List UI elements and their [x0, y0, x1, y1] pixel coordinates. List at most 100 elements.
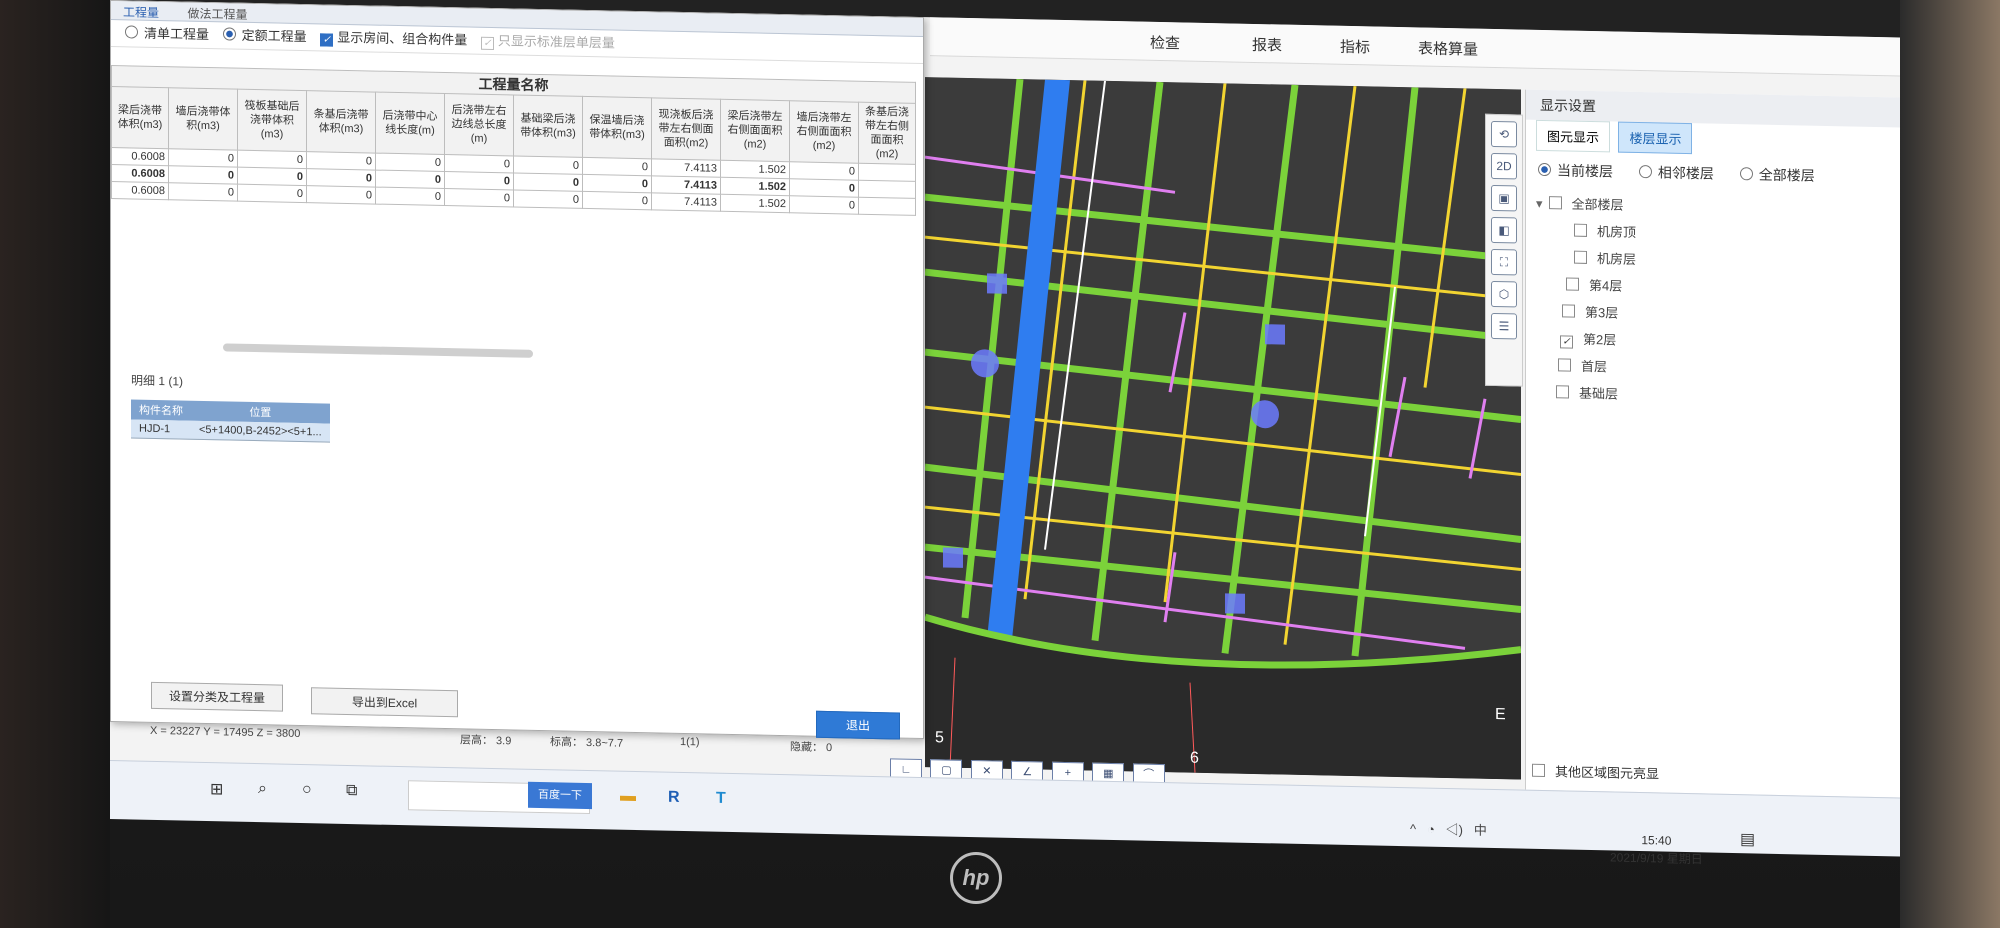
display-tabs: 图元显示 楼层显示	[1526, 119, 1900, 158]
table-cell: 0	[306, 185, 376, 205]
column-header: 现浇板后浇带左右侧面面积(m2)	[651, 97, 721, 161]
detail-table: 构件名称 位置 HJD-1 <5+1400,B-2452><5+1...	[131, 399, 330, 443]
column-header: 梁后浇带左右侧面面积(m2)	[720, 99, 790, 162]
status-elevation: 标高： 3.8~7.7	[550, 736, 624, 750]
column-header: 墙后浇带体积(m3)	[168, 87, 238, 151]
table-cell: 0	[306, 151, 376, 171]
table-cell: 0	[582, 174, 652, 193]
cube-view-icon[interactable]: ◧	[1491, 216, 1517, 244]
table-cell: 1.502	[720, 177, 790, 196]
table-cell: 0	[168, 182, 238, 202]
radio-adjacent-floor[interactable]: 相邻楼层	[1638, 164, 1714, 182]
detail-row[interactable]: HJD-1 <5+1400,B-2452><5+1...	[131, 419, 330, 443]
search-icon[interactable]: ⌕	[258, 780, 267, 798]
radio-quota-quantity[interactable]: 定额工程量	[222, 27, 307, 44]
table-cell: 0	[513, 155, 583, 175]
table-cell: 0	[375, 187, 445, 206]
other-region-highlight[interactable]: 其他区域图元亮显	[1532, 761, 1659, 783]
column-header: 筏板基础后浇带体积(m3)	[237, 89, 307, 152]
model-icon[interactable]: ⬡	[1491, 280, 1517, 308]
set-category-button[interactable]: 设置分类及工程量	[151, 681, 283, 712]
hp-logo: hp	[950, 852, 1002, 904]
floor-tree: ▾ 全部楼层 机房顶 机房层 第4层 第3层 ✓ 第2层 首层 基础层	[1526, 190, 1900, 414]
task-view-icon[interactable]: ⧉	[346, 782, 357, 800]
table-cell: 0	[168, 148, 238, 168]
detail-cell-name: HJD-1	[131, 419, 191, 440]
cortana-icon[interactable]: ○	[302, 781, 312, 799]
taskbar-clock[interactable]: 15:40 2021/9/19 星期日	[1610, 830, 1703, 868]
table-cell: 0	[444, 154, 514, 173]
table-cell: 0	[789, 161, 859, 181]
detail-cell-position: <5+1400,B-2452><5+1...	[191, 420, 330, 443]
notification-icon[interactable]: ▤	[1740, 829, 1755, 849]
tab-check[interactable]: 检查	[1150, 32, 1180, 54]
view-2d-icon[interactable]: 2D	[1491, 152, 1517, 180]
app-r-icon[interactable]: R	[668, 789, 680, 807]
column-header: 梁后浇带体积(m3)	[111, 86, 169, 149]
radio-current-floor[interactable]: 当前楼层	[1538, 162, 1613, 179]
status-hidden: 隐藏： 0	[790, 741, 833, 755]
table-cell	[858, 180, 916, 199]
clock-date: 2021/9/19 星期日	[1610, 850, 1703, 867]
horizontal-scrollbar[interactable]	[223, 343, 533, 358]
column-header: 墙后浇带左右侧面面积(m2)	[789, 100, 859, 164]
screen: 检查 报表 指标 表格算量 5 6 E ⟲ 2D ▣ ◧ ⛶ ⬡ ☰ 显示设置 …	[110, 0, 1900, 856]
rotate-icon[interactable]: ⟲	[1491, 120, 1517, 148]
table-cell: 0.6008	[111, 181, 169, 200]
table-cell: 0	[513, 189, 583, 209]
baidu-search-button[interactable]: 百度一下	[528, 781, 592, 810]
status-count: 1(1)	[680, 735, 700, 749]
column-header: 条基后浇带体积(m3)	[306, 90, 376, 154]
tray-up-icon[interactable]: ^	[1410, 821, 1416, 836]
tab-report[interactable]: 报表	[1252, 34, 1282, 56]
table-cell: 0	[375, 153, 445, 172]
table-cell: 1.502	[720, 160, 790, 179]
checkbox-only-standard[interactable]: ✓ 只显示标准层单层量	[480, 33, 615, 51]
column-header: 后浇带中心线长度(m)	[375, 92, 445, 155]
table-cell: 1.502	[720, 194, 790, 213]
detail-header: 明细 1 (1)	[131, 373, 184, 389]
drawing-viewport[interactable]: 5 6 E	[925, 77, 1521, 780]
table-cell: 0	[306, 168, 376, 188]
quantity-dialog: 工程量 做法工程量 清单工程量 定额工程量 ✓ 显示房间、组合构件量 ✓ 只显示标准…	[110, 0, 924, 740]
fullscreen-icon[interactable]: ⛶	[1491, 248, 1517, 276]
tab-table-calc[interactable]: 表格算量	[1418, 37, 1478, 59]
tab-element-display[interactable]: 图元显示	[1536, 119, 1611, 153]
clock-time: 15:40	[1641, 833, 1672, 848]
windows-start-icon[interactable]: ⊞	[210, 779, 223, 799]
ime-icon[interactable]: 中	[1474, 823, 1487, 838]
table-cell: 7.4113	[651, 192, 721, 212]
status-coords: X = 23227 Y = 17495 Z = 3800	[150, 724, 301, 740]
table-cell: 0	[168, 165, 238, 185]
table-cell: 0	[444, 188, 514, 207]
volume-icon[interactable]: ◁)	[1446, 822, 1463, 837]
app-t-icon[interactable]: T	[716, 790, 726, 808]
folder-icon[interactable]: ▬	[620, 788, 636, 806]
table-cell: 0	[582, 191, 652, 210]
export-excel-button[interactable]: 导出到Excel	[311, 687, 458, 718]
table-cell: 0	[582, 157, 652, 176]
tab-indicator[interactable]: 指标	[1340, 36, 1370, 58]
display-settings-panel: 显示设置 图元显示 楼层显示 当前楼层 相邻楼层 全部楼层 ▾ 全部楼层 机房顶 …	[1525, 89, 1900, 798]
table-cell: 0	[237, 167, 307, 186]
table-cell: 0	[513, 172, 583, 192]
background-wall-left	[0, 0, 110, 928]
radio-all-floors[interactable]: 全部楼层	[1739, 166, 1815, 184]
radio-list-quantity[interactable]: 清单工程量	[125, 25, 209, 42]
checkbox-show-room[interactable]: ✓ 显示房间、组合构件量	[320, 29, 467, 47]
cube-icon[interactable]: ▣	[1491, 184, 1517, 212]
tab-floor-display[interactable]: 楼层显示	[1618, 121, 1693, 155]
table-cell	[858, 163, 916, 182]
structure-drawing: 5 6 E	[925, 77, 1521, 780]
table-cell: 7.4113	[651, 175, 721, 195]
column-header: 条基后浇带左右侧面面积(m2)	[858, 102, 916, 165]
table-cell: 0	[375, 170, 445, 189]
column-header: 后浇带左右边线总长度(m)	[444, 93, 514, 156]
table-cell: 0	[789, 195, 859, 215]
table-cell: 0	[444, 171, 514, 190]
status-floor-height: 层高： 3.9	[460, 734, 512, 748]
table-cell	[858, 197, 916, 216]
table-cell: 7.4113	[651, 158, 721, 178]
wifi-icon[interactable]: ◔	[1427, 822, 1435, 837]
settings-doc-icon[interactable]: ☰	[1491, 312, 1517, 340]
